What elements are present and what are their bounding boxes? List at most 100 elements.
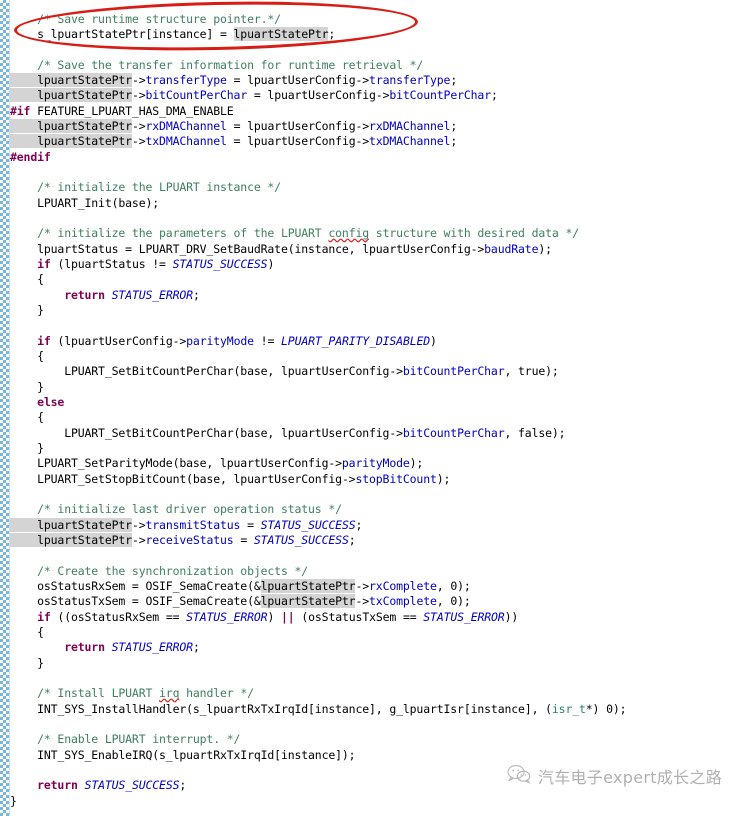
code-line[interactable] [10,165,17,180]
code-token: -> [131,73,146,87]
code-token: STATUS_SUCCESS [253,533,349,547]
code-line[interactable]: { [10,410,44,425]
code-line[interactable]: { [10,625,44,640]
code-token: LPUART_SetBitCountPerChar(base, lpuartUs… [10,426,403,440]
code-line[interactable]: lpuartStatus = LPUART_DRV_SetBaudRate(in… [10,242,552,257]
code-line[interactable]: } [10,656,44,671]
code-line[interactable]: #if FEATURE_LPUART_HAS_DMA_ENABLE [10,104,234,119]
code-token: ; [450,119,458,133]
code-token: )) [504,610,519,624]
code-line[interactable]: { [10,272,44,287]
code-token: transferType [145,73,227,87]
code-token: bitCountPerChar [389,88,491,102]
code-line[interactable]: LPUART_SetBitCountPerChar(base, lpuartUs… [10,426,565,441]
code-line[interactable] [10,717,17,732]
code-token: lpuartStatus = LPUART_DRV_SetBaudRate(in… [10,242,485,256]
code-line[interactable] [10,487,17,502]
code-line[interactable]: osStatusTxSem = OSIF_SemaCreate(&lpuartS… [10,594,471,609]
code-token: /* initialize the parameters of the LPUA… [10,226,329,240]
code-line[interactable]: /* initialize last driver operation stat… [10,502,342,517]
code-line[interactable]: lpuartStatePtr->txDMAChannel = lpuartUse… [10,134,457,149]
code-line[interactable]: /* Create the synchronization objects */ [10,564,308,579]
code-line[interactable]: lpuartStatePtr->rxDMAChannel = lpuartUse… [10,119,457,134]
code-token: { [10,349,44,363]
code-line[interactable]: if ((osStatusRxSem == STATUS_ERROR) || (… [10,610,518,625]
code-token: lpuartStatePtr [233,27,329,41]
code-token: transmitStatus [145,518,241,532]
code-line[interactable]: } [10,303,44,318]
code-line[interactable]: else [10,395,64,410]
code-line[interactable]: LPUART_SetParityMode(base, lpuartUserCon… [10,456,423,471]
code-line[interactable]: } [10,380,44,395]
code-token: handler */ [179,686,254,700]
code-line[interactable]: } [10,441,44,456]
code-token: #endif [10,150,51,164]
code-token: rxDMAChannel [145,119,227,133]
code-line[interactable]: lpuartStatePtr->bitCountPerChar = lpuart… [10,88,498,103]
code-line[interactable] [10,211,17,226]
code-line[interactable] [10,548,17,563]
code-token: return [64,288,105,302]
code-line[interactable]: s_lpuartStatePtr[instance] = lpuartState… [10,27,335,42]
code-token: if [37,334,51,348]
code-line[interactable]: return STATUS_ERROR; [10,640,200,655]
code-token: osStatusTxSem = OSIF_SemaCreate(& [10,594,261,608]
code-line[interactable] [10,763,17,778]
code-line[interactable] [10,318,17,333]
code-token: ; [328,27,336,41]
code-line[interactable]: return STATUS_ERROR; [10,288,200,303]
code-line[interactable]: INT_SYS_EnableIRQ(s_lpuartRxTxIrqId[inst… [10,748,356,763]
code-token: } [10,380,44,394]
code-token: lpuartStatePtr [260,579,356,593]
code-line[interactable]: LPUART_SetStopBitCount(base, lpuartUserC… [10,472,450,487]
code-line[interactable]: } [10,794,17,809]
code-line[interactable]: osStatusRxSem = OSIF_SemaCreate(&lpuartS… [10,579,471,594]
code-line[interactable]: { [10,349,44,364]
code-token: STATUS_SUCCESS [84,778,180,792]
code-line[interactable] [10,43,17,58]
code-token: } [10,656,44,670]
code-line[interactable]: /* Save the transfer information for run… [10,58,423,73]
code-token: ; [450,73,458,87]
code-line[interactable]: return STATUS_SUCCESS; [10,778,186,793]
code-line[interactable]: /* initialize the LPUART instance */ [10,180,281,195]
code-line[interactable] [10,671,17,686]
code-line[interactable]: INT_SYS_InstallHandler(s_lpuartRxTxIrqId… [10,702,626,717]
code-token: rxDMAChannel [369,119,451,133]
code-listing[interactable]: /* Save runtime structure pointer.*/ s_l… [10,0,734,816]
code-token: s_lpuartStatePtr[instance] = [10,27,234,41]
code-line[interactable]: if (lpuartUserConfig->parityMode != LPUA… [10,334,437,349]
code-token: baudRate [484,242,539,256]
code-line[interactable]: /* Install LPUART irq handler */ [10,686,254,701]
code-line[interactable]: lpuartStatePtr->transferType = lpuartUse… [10,73,457,88]
left-decorative-strip [0,0,9,816]
code-line[interactable]: #endif [10,150,51,165]
code-token: lpuartStatePtr [10,73,132,87]
code-line[interactable]: LPUART_SetBitCountPerChar(base, lpuartUs… [10,364,559,379]
code-token: parityMode [341,456,410,470]
code-token: parityMode [186,334,254,348]
code-line[interactable]: lpuartStatePtr->receiveStatus = STATUS_S… [10,533,356,548]
code-line[interactable]: lpuartStatePtr->transmitStatus = STATUS_… [10,518,362,533]
code-token: } [10,441,44,455]
code-token: ) [267,257,275,271]
code-token: = lpuartUserConfig-> [226,119,370,133]
code-line[interactable]: /* Save runtime structure pointer.*/ [10,12,281,27]
code-line[interactable]: /* initialize the parameters of the LPUA… [10,226,579,241]
code-line[interactable]: LPUART_Init(base); [10,196,159,211]
code-line[interactable]: /* Enable LPUART interrupt. */ [10,732,240,747]
code-token: ; [355,518,363,532]
code-token: config [328,226,370,240]
code-token: ; [192,288,200,302]
code-token: ; [179,778,187,792]
code-line[interactable]: if (lpuartStatus != STATUS_SUCCESS) [10,257,274,272]
code-token: lpuartStatePtr [10,134,132,148]
code-token: STATUS_ERROR [111,640,193,654]
code-token: if [37,610,51,624]
code-token: if [37,257,51,271]
code-token: INT_SYS_EnableIRQ(s_lpuartRxTxIrqId[inst… [10,748,356,762]
